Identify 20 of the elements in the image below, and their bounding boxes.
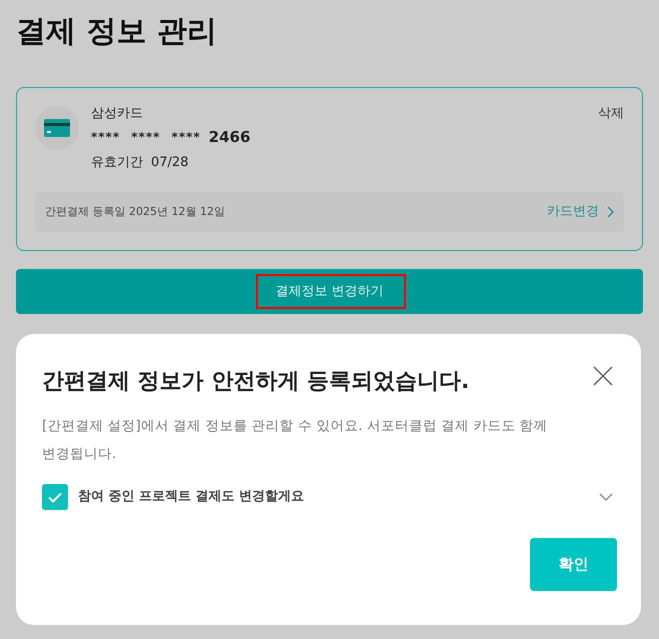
card-last-digits: 2466 <box>208 127 250 148</box>
chevron-right-icon <box>607 206 614 218</box>
change-card-link[interactable]: 카드변경 <box>547 202 614 222</box>
expiry-label: 유효기간 <box>91 154 143 172</box>
close-icon[interactable] <box>593 366 613 386</box>
checkbox[interactable] <box>42 484 68 510</box>
change-payment-button[interactable]: 결제정보 변경하기 <box>16 269 643 314</box>
check-icon <box>48 492 62 502</box>
card-icon <box>35 106 79 150</box>
registration-date: 간편결제 등록일 2025년 12월 12일 <box>45 204 225 220</box>
confirm-button[interactable]: 확인 <box>530 538 617 591</box>
checkbox-label: 참여 중인 프로젝트 결제도 변경할게요 <box>78 488 304 506</box>
page-title: 결제 정보 관리 <box>16 13 218 51</box>
dialog-title: 간편결제 정보가 안전하게 등록되었습니다. <box>42 368 470 396</box>
delete-link[interactable]: 삭제 <box>598 104 624 124</box>
dialog-message: [간편결제 설정]에서 결제 정보를 관리할 수 있어요. 서포터클럽 결제 카드도 함께 변경됩니다. <box>42 417 549 464</box>
card-issuer: 삼성카드 <box>91 105 144 123</box>
chevron-down-icon[interactable] <box>599 493 613 501</box>
masked-number: **** **** **** <box>91 129 201 146</box>
expiry-date: 07/28 <box>151 154 188 172</box>
